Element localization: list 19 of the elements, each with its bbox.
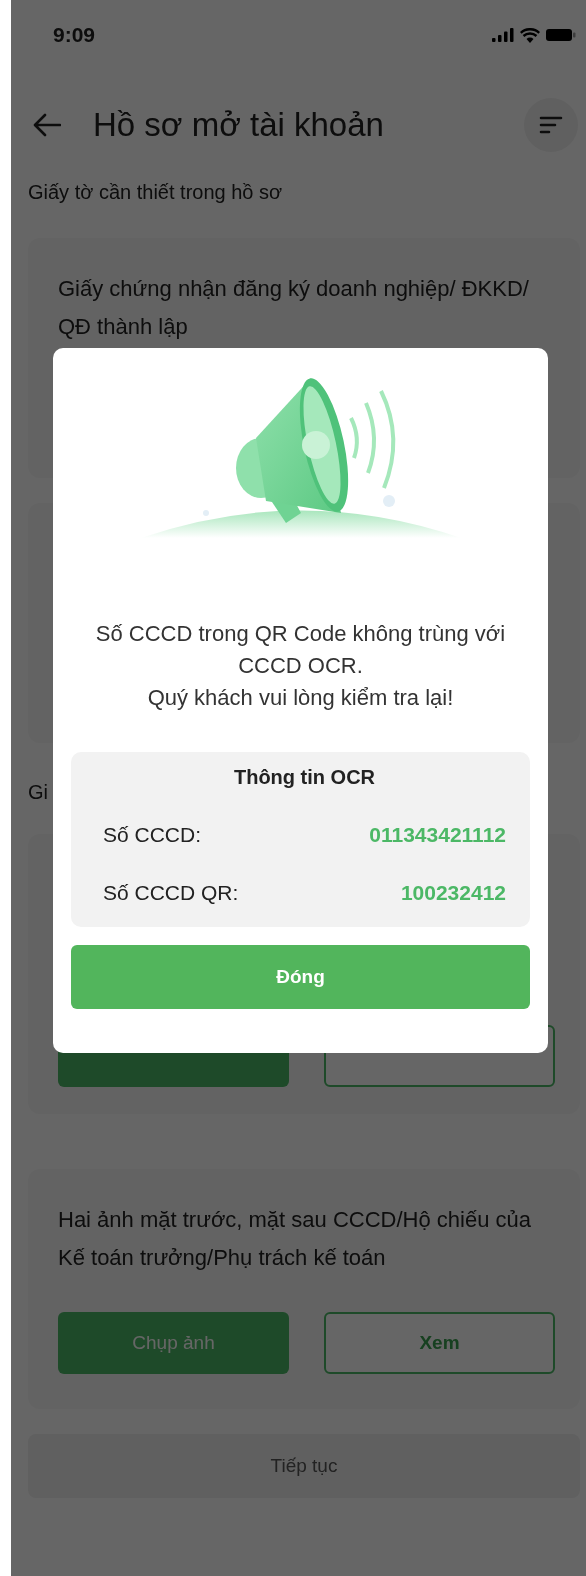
document-description: Hai ảnh mặt trước, mặt sau CCCD/Hộ chiếu của Kế toán trưởng/Phụ trách kế toán	[58, 1206, 532, 1272]
status-time: 9:09	[53, 23, 96, 47]
info-title: Thông tin OCR	[232, 766, 377, 789]
signal-icon	[492, 28, 514, 42]
section-title: Giấy tờ cần thiết trong hồ sơ	[27, 181, 284, 204]
section-title: Gi	[27, 781, 49, 804]
close-button[interactable]: Đóng	[71, 945, 530, 1009]
back-arrow-icon[interactable]	[33, 113, 61, 137]
info-label: Số CCCD:	[103, 823, 202, 847]
view-button[interactable]: Xem	[324, 1312, 555, 1374]
wifi-icon	[520, 27, 540, 43]
info-label: Số CCCD QR:	[103, 881, 239, 905]
document-description: Giấy chứng nhận đăng ký doanh nghiệp/ ĐKKD/ QĐ thành lập	[58, 275, 530, 341]
alert-message: Số CCCD trong QR Code không trùng với CCCD OCR. Quý khách vui lòng kiểm tra lại!	[94, 620, 507, 712]
filter-icon	[539, 115, 563, 135]
info-value: 100232412	[400, 881, 506, 905]
info-value: 011343421112	[369, 823, 506, 847]
page-title: Hồ sơ mở tài khoản	[93, 106, 385, 144]
capture-button[interactable]: Chụp ảnh	[58, 1312, 289, 1374]
